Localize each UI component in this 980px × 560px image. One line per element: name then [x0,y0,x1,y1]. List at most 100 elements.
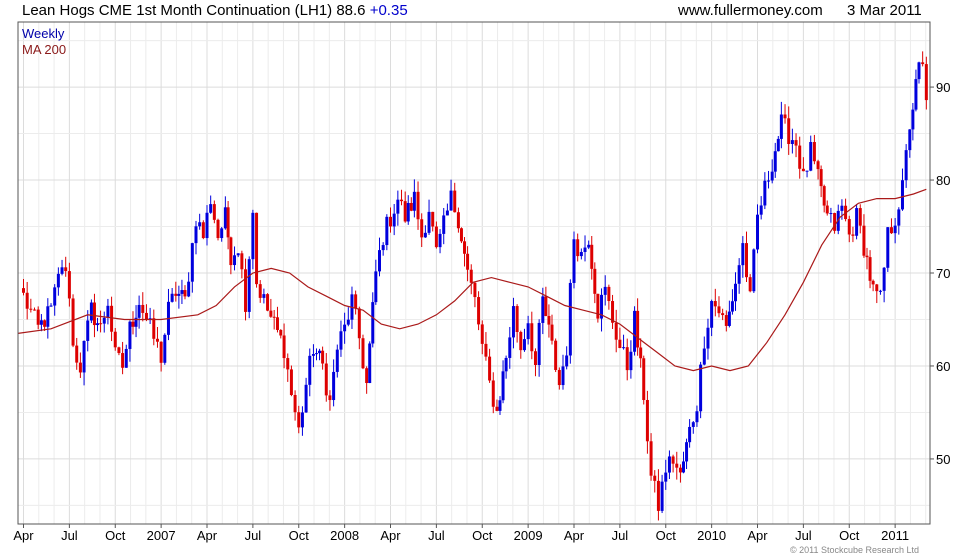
candle-down [357,308,361,339]
x-axis: Apr Jul Oct 2007 Apr Jul Oct 2008 Apr Jul Oct 2009 A… [13,524,909,543]
candle-up [335,349,339,372]
candle-down [550,324,554,341]
x-tick-label: Jul [245,528,262,543]
candle-down [420,219,424,238]
candle-up [893,225,897,234]
copyright: © 2011 Stockcube Research Ltd [790,545,920,555]
candle-down [244,269,248,312]
candle-down [625,347,629,371]
candle-down [649,441,653,476]
candle-up [622,347,626,349]
candle-down [530,323,534,352]
candle-up [882,267,886,291]
candle-down [229,237,233,266]
candle-up [368,343,372,384]
candle-down [434,226,438,248]
candle-up [727,311,731,326]
candle-up [332,371,336,401]
candle-up [198,222,202,227]
candle-up [49,305,53,307]
candle-down [744,243,748,278]
candle-up [504,357,508,372]
candle-up [374,271,378,303]
candle-down [255,212,259,285]
candle-up [46,306,50,327]
candle-up [908,129,912,151]
candle-up [561,366,565,386]
candle-down [678,467,682,473]
candle-down [547,315,551,325]
candle-up [194,226,198,244]
candle-up [163,334,167,363]
candle-down [713,301,717,307]
candle-up [406,202,410,222]
candle-up [583,247,587,252]
candle-down [554,340,558,370]
candle-down [819,169,823,187]
candle-up [537,322,541,365]
candle-down [152,318,156,339]
candle-up [427,211,431,233]
candle-down [724,315,728,326]
candle-down [721,313,725,316]
candle-down [590,244,594,269]
candle-down [889,227,893,234]
candle-down [25,292,29,309]
candle-down [645,399,649,442]
candle-down [275,317,279,330]
candle-down [29,308,33,310]
candle-down [99,323,103,325]
candle-down [847,219,851,235]
candle-down [409,202,413,211]
candle-up [770,171,774,181]
y-tick-label: 50 [936,452,950,467]
candle-down [293,394,297,413]
legend: Weekly MA 200 [22,26,66,58]
candle-up [251,212,255,260]
candle-up [106,305,110,318]
candle-up [660,481,664,511]
candlestick-chart: Apr Jul Oct 2007 Apr Jul Oct 2008 Apr Jul Oct 2009 A… [13,21,950,543]
candle-down [71,298,75,346]
candle-up [445,210,449,216]
candle-down [240,253,244,270]
candle-up [82,340,86,373]
candle-down [618,339,622,349]
y-axis: 50 60 70 80 90 [930,80,950,467]
candle-down [671,456,675,464]
candle-up [233,255,237,266]
candle-down [463,241,467,254]
candle-down [226,207,230,238]
x-tick-label: Oct [289,528,310,543]
candle-up [223,207,227,229]
candle-down [865,255,869,258]
candle-down [607,286,611,302]
candle-down [653,475,657,481]
candle-up [805,170,809,172]
x-tick-label: 2009 [514,528,543,543]
candle-down [469,269,473,283]
candle-down [354,294,358,309]
candle-up [904,150,908,181]
y-tick-label: 80 [936,173,950,188]
candle-down [875,284,879,292]
candle-down [113,331,117,348]
candle-up [809,142,813,171]
x-tick-label: Apr [564,528,585,543]
legend-ma-200: MA 200 [22,42,67,57]
candle-up [629,351,633,371]
candle-down [466,253,470,270]
candle-down [639,347,643,359]
candle-up [710,301,714,328]
candle-up [568,282,572,356]
candle-down [117,347,121,354]
candle-down [141,304,145,313]
candle-up [737,265,741,284]
candle-down [557,369,561,386]
x-tick-label: 2008 [330,528,359,543]
candle-up [886,227,890,268]
candle-up [773,151,777,172]
candle-up [667,456,671,473]
candle-down [67,271,71,299]
candle-down [519,332,523,351]
